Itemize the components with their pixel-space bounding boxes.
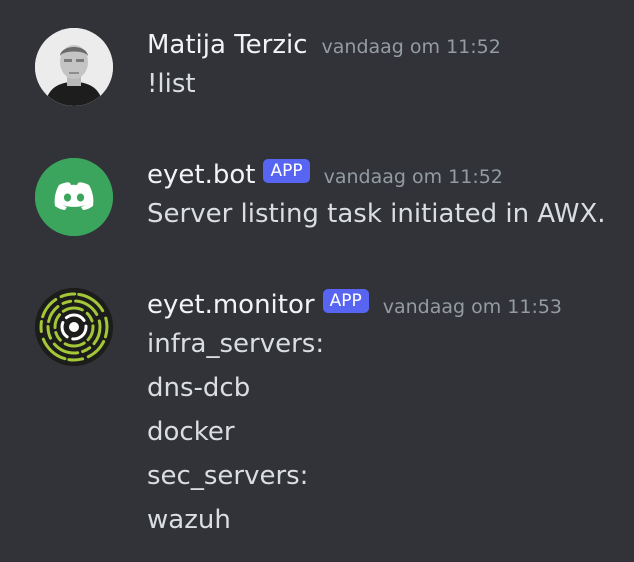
message-line: docker [147, 417, 235, 447]
user-photo-icon [35, 28, 113, 106]
message-timestamp: vandaag om 11:52 [323, 166, 503, 188]
message-line: wazuh [147, 505, 231, 535]
monitor-avatar[interactable] [35, 288, 113, 366]
message-line: infra_servers: [147, 329, 325, 359]
author-name[interactable]: eyet.bot [147, 160, 255, 190]
author-name[interactable]: Matija Terzic [147, 30, 308, 60]
message-timestamp: vandaag om 11:52 [321, 36, 501, 58]
author-name[interactable]: eyet.monitor [147, 290, 315, 320]
message-timestamp: vandaag om 11:53 [382, 296, 563, 318]
app-badge: APP [322, 289, 369, 313]
message-text: !list [147, 69, 196, 99]
message-text: Server listing task initiated in AWX. [147, 199, 606, 229]
message-line: dns-dcb [147, 373, 251, 403]
bot-avatar[interactable] [35, 158, 113, 236]
radar-rings-icon [35, 288, 113, 366]
message-line: sec_servers: [147, 461, 309, 491]
app-badge: APP [263, 159, 310, 183]
discord-logo-icon [35, 158, 113, 236]
user-avatar[interactable] [35, 28, 113, 106]
